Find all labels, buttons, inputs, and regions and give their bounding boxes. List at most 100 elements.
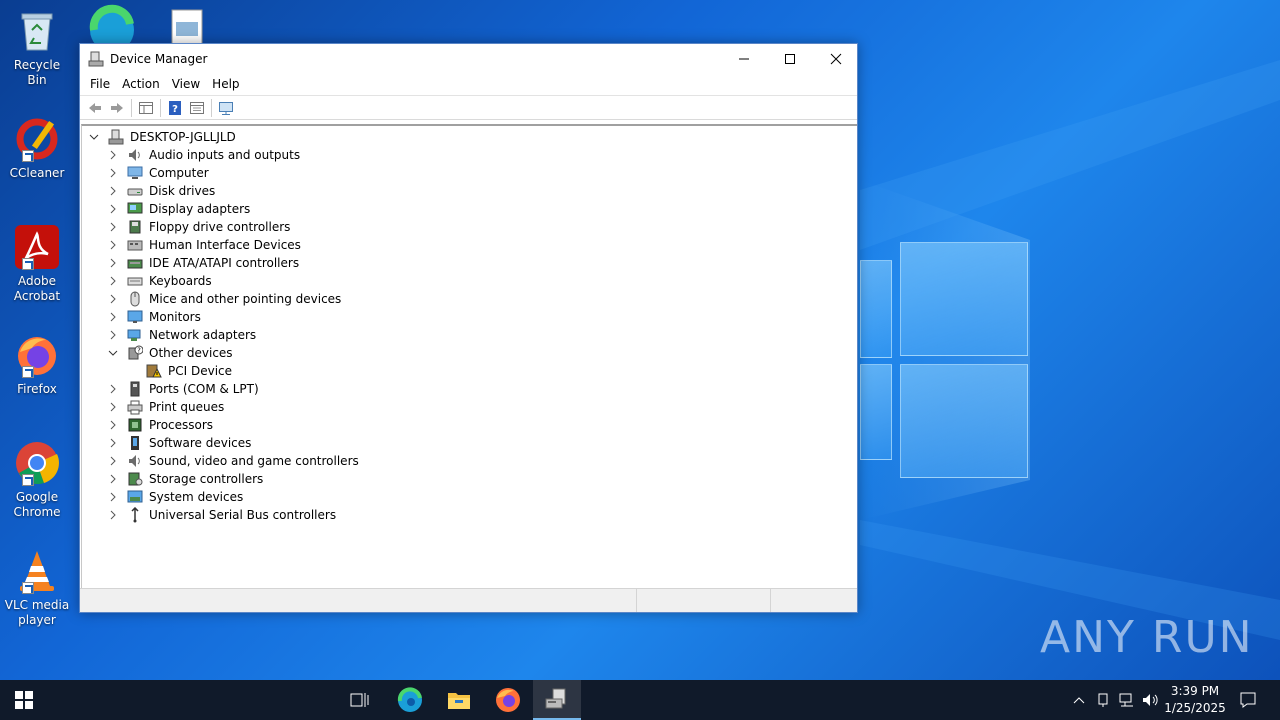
show-hidden-icons-button[interactable] (1068, 680, 1090, 720)
windows-start-icon (15, 691, 33, 709)
tree-category[interactable]: Ports (COM & LPT) (107, 380, 259, 398)
tree-category[interactable]: Display adapters (107, 200, 250, 218)
tree-item-label: Computer (149, 166, 209, 180)
window-title: Device Manager (110, 51, 208, 66)
scan-hardware-button[interactable] (215, 97, 237, 119)
taskbar-edge-button[interactable] (386, 680, 434, 720)
tree-category[interactable]: Monitors (107, 308, 201, 326)
image-file-desktop-icon[interactable] (170, 8, 204, 44)
vlc-desktop-icon[interactable]: VLC media player (4, 548, 70, 628)
tray-volume-icon[interactable] (1140, 680, 1162, 720)
tree-category[interactable]: Keyboards (107, 272, 212, 290)
unknown-device-icon: ? (127, 345, 143, 361)
task-view-icon (350, 693, 369, 707)
network-adapter-icon (127, 327, 143, 343)
tree-item-label: Processors (149, 418, 214, 432)
tree-device-item[interactable]: PCI Device (146, 362, 232, 380)
taskbar-device-manager-button[interactable] (533, 680, 581, 720)
recycle-bin-desktop-icon[interactable]: Recycle Bin (4, 8, 70, 88)
chevron-right-icon[interactable] (107, 221, 119, 233)
keyboard-icon (127, 273, 143, 289)
menu-view[interactable]: View (166, 75, 206, 93)
action-center-button[interactable] (1232, 680, 1264, 720)
chevron-right-icon[interactable] (107, 239, 119, 251)
chevron-right-icon[interactable] (107, 401, 119, 413)
menu-help[interactable]: Help (206, 75, 245, 93)
chevron-right-icon[interactable] (107, 203, 119, 215)
edge-desktop-icon[interactable] (86, 4, 138, 44)
properties-button[interactable] (186, 97, 208, 119)
chevron-right-icon[interactable] (107, 437, 119, 449)
status-cell (80, 589, 637, 612)
tree-item-label: System devices (149, 490, 244, 504)
tree-category[interactable]: Print queues (107, 398, 224, 416)
chevron-right-icon[interactable] (107, 167, 119, 179)
tree-item-label: Storage controllers (149, 472, 264, 486)
chevron-right-icon[interactable] (107, 311, 119, 323)
tree-category[interactable]: Human Interface Devices (107, 236, 301, 254)
tree-category[interactable]: Software devices (107, 434, 251, 452)
show-hide-console-tree-button[interactable] (135, 97, 157, 119)
adobe-acrobat-desktop-icon[interactable]: Adobe Acrobat (4, 224, 70, 304)
chevron-right-icon[interactable] (107, 293, 119, 305)
tree-category[interactable]: Disk drives (107, 182, 215, 200)
tree-category[interactable]: Processors (107, 416, 213, 434)
maximize-button[interactable] (767, 44, 813, 73)
sound-icon (127, 453, 143, 469)
taskbar-firefox-button[interactable] (484, 680, 532, 720)
tree-root-computer[interactable]: DESKTOP-JGLLJLD (88, 128, 236, 146)
chevron-right-icon[interactable] (107, 275, 119, 287)
tree-category[interactable]: Computer (107, 164, 209, 182)
chevron-right-icon[interactable] (107, 185, 119, 197)
tree-category[interactable]: ? Other devices (107, 344, 233, 362)
chevron-down-icon[interactable] (107, 347, 119, 359)
tray-network-icon[interactable] (1116, 680, 1138, 720)
chevron-right-icon[interactable] (107, 509, 119, 521)
taskbar-file-explorer-button[interactable] (435, 680, 483, 720)
scan-hardware-icon (219, 101, 233, 115)
tree-category[interactable]: Audio inputs and outputs (107, 146, 300, 164)
chevron-right-icon[interactable] (107, 491, 119, 503)
ccleaner-desktop-icon[interactable]: CCleaner (4, 116, 70, 181)
recycle-bin-icon (21, 13, 53, 51)
tree-category[interactable]: Sound, video and game controllers (107, 452, 359, 470)
chevron-right-icon[interactable] (107, 257, 119, 269)
tree-category[interactable]: Storage controllers (107, 470, 263, 488)
help-button[interactable]: ? (164, 97, 186, 119)
processor-icon (127, 417, 143, 433)
taskbar: 3:39 PM 1/25/2025 (0, 680, 1280, 720)
close-icon (830, 53, 842, 64)
tree-category[interactable]: IDE ATA/ATAPI controllers (107, 254, 299, 272)
tree-item-label: Floppy drive controllers (149, 220, 291, 234)
tree-category[interactable]: Floppy drive controllers (107, 218, 290, 236)
menu-file[interactable]: File (84, 75, 116, 93)
anyrun-watermark: ANY RUN (1040, 612, 1254, 663)
tree-category[interactable]: Network adapters (107, 326, 256, 344)
tree-item-label: Universal Serial Bus controllers (149, 508, 337, 522)
tree-category[interactable]: Mice and other pointing devices (107, 290, 341, 308)
console-tree-icon (139, 101, 153, 114)
title-bar[interactable]: Device Manager (80, 44, 857, 73)
chevron-down-icon[interactable] (88, 131, 100, 143)
menu-action[interactable]: Action (116, 75, 166, 93)
start-button[interactable] (0, 680, 48, 720)
task-view-button[interactable] (336, 680, 384, 720)
tray-device-icon[interactable] (1092, 680, 1114, 720)
forward-button[interactable] (106, 97, 128, 119)
google-chrome-desktop-icon[interactable]: Google Chrome (4, 440, 70, 520)
chevron-right-icon[interactable] (107, 419, 119, 431)
tree-category[interactable]: System devices (107, 488, 243, 506)
minimize-button[interactable] (721, 44, 767, 73)
chevron-right-icon[interactable] (107, 473, 119, 485)
menu-bar: File Action View Help (80, 73, 857, 95)
close-button[interactable] (813, 44, 859, 73)
firefox-desktop-icon[interactable]: Firefox (4, 332, 70, 397)
chevron-right-icon[interactable] (107, 383, 119, 395)
edge-icon (397, 687, 422, 712)
chevron-right-icon[interactable] (107, 329, 119, 341)
system-clock[interactable]: 3:39 PM 1/25/2025 (1160, 683, 1230, 717)
tree-category[interactable]: Universal Serial Bus controllers (107, 506, 336, 524)
chevron-right-icon[interactable] (107, 455, 119, 467)
back-button[interactable] (84, 97, 106, 119)
chevron-right-icon[interactable] (107, 149, 119, 161)
